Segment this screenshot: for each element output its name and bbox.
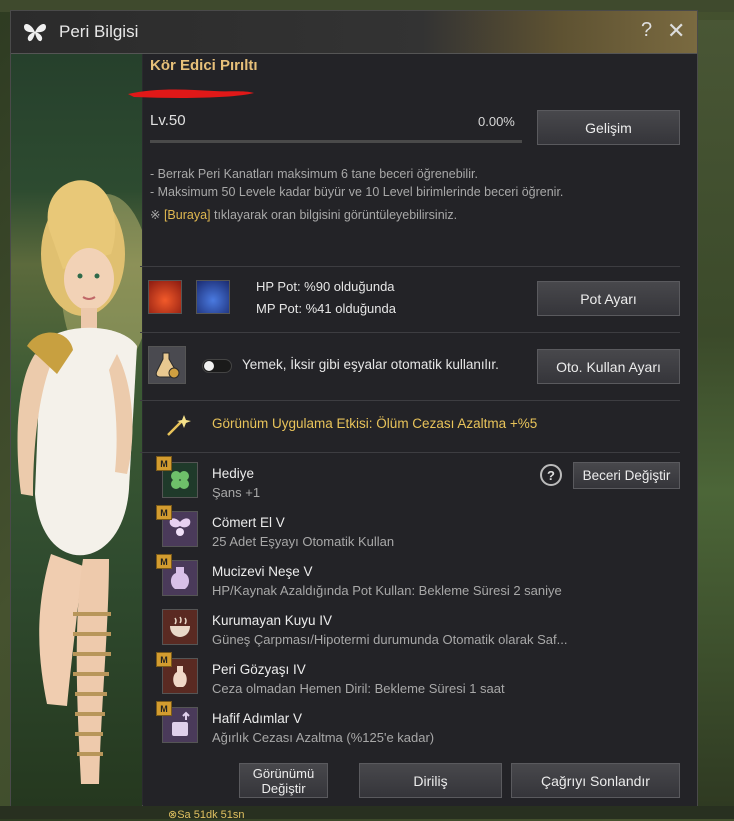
background-bottom [0,806,734,819]
skill-name: Peri Gözyaşı IV [212,662,306,677]
fairy-level: Lv.50 [150,112,186,129]
mp-pot-threshold: MP Pot: %41 olduğunda [256,301,396,316]
info-note-prefix: ※ [150,208,164,222]
info-line-skills: - Berrak Peri Kanatları maksimum 6 tane … [150,167,478,181]
skill-description: Şans +1 [212,485,261,500]
info-note-suffix: tıklayarak oran bilgisini görüntüleyebil… [210,208,458,222]
auto-use-potion-icon [148,346,186,384]
end-summon-button[interactable]: Çağrıyı Sonlandır [511,763,680,798]
auto-use-toggle[interactable] [202,359,232,373]
flask-gear-icon [155,352,180,379]
divider [140,266,680,267]
revive-button[interactable]: Diriliş [359,763,502,798]
info-line-rate: ※ [Buraya] tıklayarak oran bilgisini gör… [150,207,457,222]
toggle-knob [204,361,214,371]
appearance-effect: Görünüm Uygulama Etkisi: Ölüm Cezası Aza… [212,416,538,431]
background-scenery [698,20,734,806]
skill-name: Mucizevi Neşe V [212,564,313,579]
xp-progress-bar [150,140,522,143]
skill-description: Güneş Çarpması/Hipotermi durumunda Otoma… [212,632,568,647]
mp-pot-icon[interactable] [196,280,230,314]
divider [140,452,680,453]
close-icon[interactable]: ✕ [667,18,685,44]
skill-name: Kurumayan Kuyu IV [212,613,333,628]
change-appearance-button[interactable]: Görünümü Değiştir [239,763,328,798]
fairy-figure-image [17,180,142,784]
bowl-icon[interactable] [162,609,198,645]
master-badge: M [156,505,172,520]
skill-description: Ceza olmadan Hemen Diril: Bekleme Süresi… [212,681,505,696]
weight-icon[interactable]: M [156,701,198,743]
tear-vial-icon[interactable]: M [156,652,198,694]
auto-use-settings-button[interactable]: Oto. Kullan Ayarı [537,349,680,384]
info-line-levels: - Maksimum 50 Levele kadar büyür ve 10 L… [150,185,564,199]
butterfly-icon [24,24,46,42]
skill-name: Hediye [212,466,255,481]
hp-pot-icon[interactable] [148,280,182,314]
pot-settings-button[interactable]: Pot Ayarı [537,281,680,316]
fairy-portrait [11,54,142,806]
skill-name: Hafif Adımlar V [212,711,303,726]
hp-pot-threshold: HP Pot: %90 olduğunda [256,279,395,294]
change-skill-button[interactable]: Beceri Değiştir [573,462,680,489]
xp-percent: 0.00% [478,114,515,129]
fairy-name: Kör Edici Pırıltı [150,57,258,74]
rate-info-link[interactable]: [Buraya] [164,208,211,222]
master-badge: M [156,701,172,716]
skill-description: 25 Adet Eşyayı Otomatik Kullan [212,534,395,549]
clover-icon[interactable]: M [156,456,198,498]
skill-help-icon[interactable]: ? [540,464,562,486]
master-badge: M [156,456,172,471]
skill-name: Cömert El V [212,515,285,530]
master-badge: M [156,652,172,667]
auto-use-description: Yemek, İksir gibi eşyalar otomatik kulla… [242,357,499,372]
window-title: Peri Bilgisi [59,22,139,41]
growth-button[interactable]: Gelişim [537,110,680,145]
divider [140,332,680,333]
potion-icon[interactable]: M [156,554,198,596]
help-icon[interactable]: ? [641,19,652,42]
magic-wand-icon [167,415,191,436]
fairy-icon[interactable]: M [156,505,198,547]
redacted-scribble [128,89,254,98]
divider [140,400,680,401]
title-bar[interactable]: Peri Bilgisi ? ✕ [11,11,697,54]
skill-description: Ağırlık Cezası Azaltma (%125'e kadar) [212,730,435,745]
skill-description: HP/Kaynak Azaldığında Pot Kullan: Beklem… [212,583,562,598]
buff-timer: ⊗Sa 51dk 51sn [168,809,245,821]
master-badge: M [156,554,172,569]
